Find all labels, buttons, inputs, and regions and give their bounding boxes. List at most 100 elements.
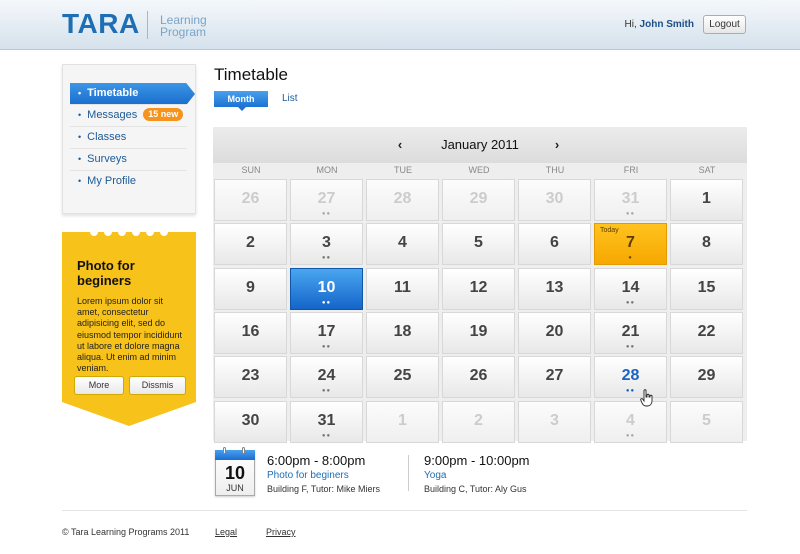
tab-list[interactable]: List [282,93,298,104]
logo-subtitle: Learning Program [160,14,207,38]
footer-divider [62,510,747,511]
bullet-icon: • [78,132,82,142]
calendar-day[interactable]: 15 [670,267,743,310]
calendar: ‹ January 2011 › SUN MON TUE WED THU FRI SAT 26… [213,127,747,443]
chevron-right-icon[interactable]: › [550,137,564,152]
calendar-day[interactable]: 1 [670,179,743,221]
weekday-label: WED [468,165,490,175]
calendar-day[interactable]: 19 [442,311,515,354]
calendar-day[interactable]: 28 [366,179,439,221]
calendar-day[interactable]: 26 [214,179,287,221]
calendar-icon: 10 JUN [215,447,255,496]
calendar-day[interactable]: 21 ●● [594,311,667,354]
selected-day-month: JUN [226,483,244,493]
weekday-label: THU [545,165,565,175]
event-dots-icon: ●● [625,388,636,395]
calendar-day-number: 3 [550,411,559,429]
event-dots-icon: ●● [321,299,332,306]
calendar-day[interactable]: 9 [214,267,287,310]
event-name-link[interactable]: Yoga [424,469,530,482]
calendar-day[interactable]: 6 [518,223,591,266]
calendar-day[interactable]: 31 ●● [290,400,363,443]
bullet-icon: • [78,154,82,164]
tab-month[interactable]: Month [214,91,268,111]
calendar-day-number: 27 [317,190,336,207]
calendar-day[interactable]: 11 [366,267,439,310]
event-dots-icon: ●● [321,343,332,350]
logo[interactable]: TARA [62,8,140,40]
calendar-day[interactable]: 31 ●● [594,179,667,221]
calendar-day[interactable]: 8 [670,223,743,266]
calendar-day[interactable]: 30 [518,179,591,221]
sidebar-item-surveys[interactable]: • Surveys [70,149,187,171]
calendar-day[interactable]: 24 ●● [290,356,363,399]
today-label: Today [600,227,619,235]
event-name-link[interactable]: Photo for beginers [267,469,380,482]
bullet-icon: • [78,88,82,98]
calendar-day[interactable]: 28 ●● [594,356,667,399]
calendar-day[interactable]: 4 ●● [594,400,667,443]
calendar-day[interactable]: 27 ●● [290,179,363,221]
calendar-day-today[interactable]: Today 7 ● [594,223,667,266]
calendar-day-number: 3 [322,234,331,252]
calendar-day[interactable]: 16 [214,311,287,354]
calendar-day[interactable]: 2 [214,223,287,266]
calendar-day[interactable]: 3 ●● [290,223,363,266]
sidebar-item-timetable[interactable]: • Timetable [70,83,195,105]
sidebar-nav: • Timetable • Messages 15 new • Classes • Sur… [62,64,196,214]
calendar-day[interactable]: 4 [366,223,439,266]
promo-title: Photo for beginers [77,258,135,288]
copyright: © Tara Learning Programs 2011 [62,527,190,537]
event-dots-icon: ●● [321,255,332,262]
weekday-label: SAT [698,165,716,175]
calendar-day[interactable]: 29 [442,179,515,221]
messages-count-badge: 15 new [143,108,184,121]
sidebar-item-messages[interactable]: • Messages 15 new [70,105,187,127]
more-button[interactable]: More [74,376,124,395]
calendar-day[interactable]: 18 [366,311,439,354]
calendar-day[interactable]: 14 ●● [594,267,667,310]
calendar-day[interactable]: 22 [670,311,743,354]
calendar-header: ‹ January 2011 › [213,127,747,163]
logo-divider [147,11,148,39]
calendar-day[interactable]: 29 [670,356,743,399]
calendar-day[interactable]: 12 [442,267,515,310]
calendar-day-number: 22 [697,322,716,340]
calendar-day-number: 9 [246,278,255,296]
calendar-day-number: 12 [469,278,488,296]
calendar-day[interactable]: 20 [518,311,591,354]
calendar-day[interactable]: 30 [214,400,287,443]
calendar-day[interactable]: 25 [366,356,439,399]
chevron-left-icon[interactable]: ‹ [393,137,407,152]
event-dots-icon: ●● [321,432,332,439]
privacy-link[interactable]: Privacy [266,527,296,537]
page-title: Timetable [214,65,289,84]
sidebar-item-classes[interactable]: • Classes [70,127,187,149]
event-item: 6:00pm - 8:00pm Photo for beginers Build… [267,453,380,496]
calendar-day[interactable]: 2 [442,400,515,443]
calendar-day[interactable]: 13 [518,267,591,310]
calendar-day[interactable]: 5 [442,223,515,266]
calendar-day[interactable]: 27 [518,356,591,399]
calendar-day-number: 31 [621,190,640,207]
calendar-day[interactable]: 3 [518,400,591,443]
logout-button[interactable]: Logout [703,15,746,34]
sidebar-item-my-profile[interactable]: • My Profile [70,171,187,193]
calendar-day[interactable]: 17 ●● [290,311,363,354]
sidebar-item-label: My Profile [87,175,137,187]
calendar-day-selected[interactable]: 10 ●● [290,267,363,310]
sidebar-item-label: Messages [87,109,138,121]
event-location: Building F, Tutor: Mike Miers [267,484,381,494]
calendar-day[interactable]: 26 [442,356,515,399]
calendar-day-number: 19 [469,322,488,340]
sidebar-item-label: Surveys [87,153,127,165]
event-time: 9:00pm - 10:00pm [424,453,530,468]
calendar-day[interactable]: 5 [670,400,743,443]
calendar-day-number: 27 [545,367,564,385]
dismiss-button[interactable]: Dissmis [129,376,186,395]
calendar-day[interactable]: 1 [366,400,439,443]
bullet-icon: • [78,110,82,120]
calendar-day-number: 6 [550,234,559,252]
calendar-day[interactable]: 23 [214,356,287,399]
legal-link[interactable]: Legal [215,527,237,537]
